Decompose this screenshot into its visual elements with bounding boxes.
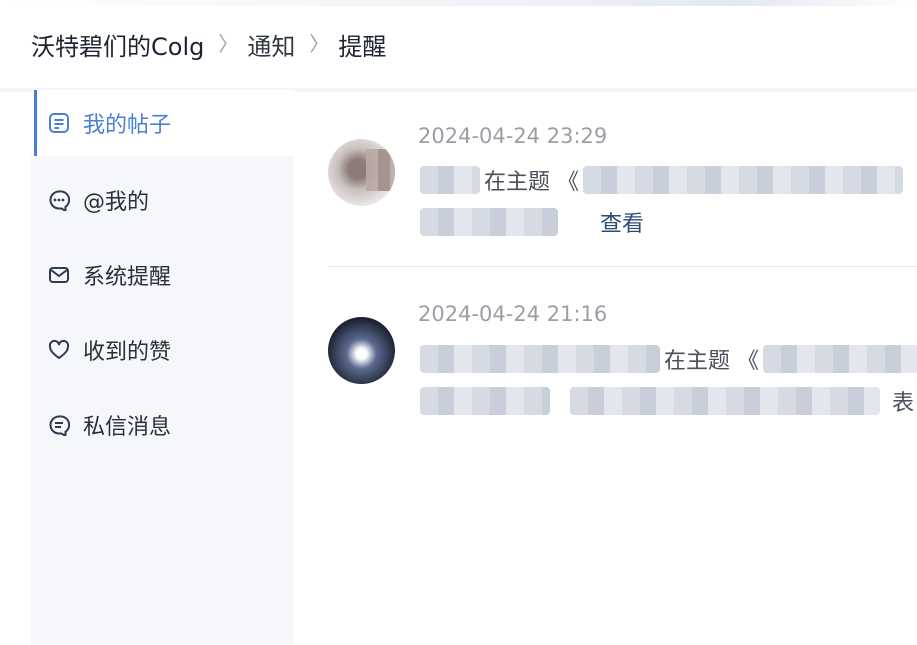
sidebar: 我的帖子 @我的 系统提醒 收到的赞 私信消息 [31,90,294,645]
redacted-topic-title [583,166,903,194]
sidebar-item-messages[interactable]: 私信消息 [31,392,294,458]
redacted-content [570,387,880,415]
breadcrumb-current-page: 提醒 [338,32,387,61]
message-icon [48,414,70,436]
avatar[interactable] [328,317,395,384]
heart-icon [48,339,70,361]
notification-time: 2024-04-24 23:29 [418,124,608,148]
notification-text-line2: 表 [420,384,914,418]
notification-text-prefix: 在主题 《 [664,349,759,374]
notification-divider [328,266,917,267]
avatar[interactable] [328,139,395,206]
post-icon [48,112,70,134]
sidebar-item-mentions[interactable]: @我的 [31,167,294,233]
notification-text: 在主题 《 [420,342,917,376]
view-link[interactable]: 查看 [600,206,644,238]
redacted-topic-title [763,345,917,373]
notification-item: 2024-04-24 23:29 在主题 《 查看 [328,122,917,262]
breadcrumb-separator-icon: 〉 [218,31,239,56]
notification-text: 在主题 《 [420,163,903,197]
sidebar-item-label: 我的帖子 [83,113,172,138]
notification-item: 2024-04-24 21:16 在主题 《 表 [328,300,917,440]
redacted-content [420,387,550,415]
breadcrumb-section[interactable]: 通知 [247,27,295,62]
redacted-username [420,345,660,373]
notification-tail-text: 表 [892,391,915,416]
sidebar-item-likes[interactable]: 收到的赞 [31,317,294,383]
sidebar-item-label: 收到的赞 [83,340,172,365]
notification-text-line2: 查看 [420,205,644,239]
sidebar-item-my-posts[interactable]: 我的帖子 [31,90,294,156]
redacted-avatar-area [366,149,395,191]
redacted-content [420,208,558,236]
breadcrumb-site[interactable]: 沃特碧们的Colg [31,27,204,62]
breadcrumb-separator-icon: 〉 [309,31,330,56]
breadcrumb: 沃特碧们的Colg 〉 通知 〉 提醒 [0,0,917,88]
mail-icon [48,264,70,286]
mention-icon [48,189,70,211]
sidebar-item-system[interactable]: 系统提醒 [31,242,294,308]
sidebar-item-label: 私信消息 [83,415,172,440]
notification-time: 2024-04-24 21:16 [418,302,608,326]
notification-text-prefix: 在主题 《 [484,170,579,195]
sidebar-item-label: @我的 [83,190,150,215]
redacted-username [420,166,480,194]
sidebar-item-label: 系统提醒 [83,265,172,290]
